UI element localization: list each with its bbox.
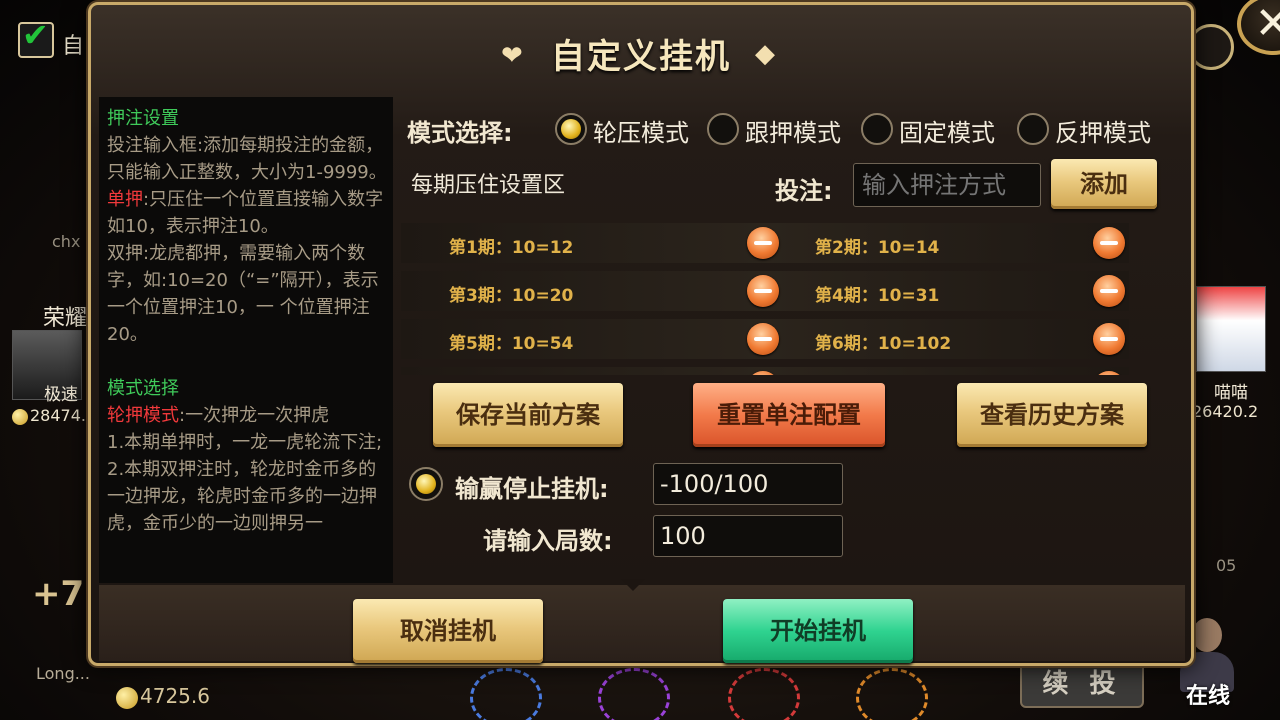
help-text: 2.本期双押注时，轮龙时金币多的一边押龙，轮虎时金币多的一边押虎，金币少的一边则…	[107, 459, 377, 534]
help-text: :只压住一个位置直接输入数字如10，表示押注10。	[107, 189, 384, 237]
auto-play-dialog: ❤ 自定义挂机 ◆ 押注设置 投注输入框:添加每期投注的金额，只能输入正整数，大…	[88, 0, 1280, 666]
chip-button[interactable]	[598, 668, 670, 720]
stop-limit-input[interactable]	[653, 463, 843, 505]
period-entry: 第4期：10=31	[815, 286, 940, 306]
dialog-title: 自定义挂机	[551, 37, 731, 77]
remove-period-button[interactable]	[747, 275, 779, 307]
remove-period-button[interactable]	[747, 323, 779, 355]
period-entry: 第6期：10=102	[815, 334, 952, 354]
period-entry: 第3期：10=20	[449, 286, 574, 306]
mode-label-rotate[interactable]: 轮压模式	[593, 113, 689, 148]
add-button[interactable]: 添加	[1051, 159, 1157, 209]
chip-button[interactable]	[728, 668, 800, 720]
rounds-input[interactable]	[653, 515, 843, 557]
help-panel[interactable]: 押注设置 投注输入框:添加每期投注的金额，只能输入正整数，大小为1-9999。 …	[99, 97, 393, 583]
start-auto-button[interactable]: 开始挂机	[723, 599, 913, 663]
sound-button[interactable]	[1188, 24, 1234, 70]
cancel-auto-button[interactable]: 取消挂机	[353, 599, 543, 663]
remove-period-button[interactable]	[1093, 371, 1125, 375]
reset-config-button[interactable]: 重置单注配置	[693, 383, 885, 447]
per-period-label: 每期压住设置区	[411, 173, 566, 198]
player-avatar[interactable]	[1196, 286, 1266, 372]
chip-button[interactable]	[470, 668, 542, 720]
mode-label-fixed[interactable]: 固定模式	[899, 113, 995, 148]
balance: 4725.6	[116, 684, 210, 709]
list-item	[401, 367, 1129, 375]
player-name: 喵喵	[1214, 383, 1248, 403]
diamond-icon: ◆	[755, 39, 775, 69]
help-text: 投注输入框:添加每期投注的金额，只能输入正整数，大小为1-9999。	[107, 135, 387, 183]
chip-button[interactable]	[856, 668, 928, 720]
period-entry: 第1期：10=12	[449, 238, 574, 258]
mode-radio-rotate[interactable]	[555, 113, 587, 145]
auto-label: 自	[62, 34, 85, 59]
remove-period-button[interactable]	[1093, 275, 1125, 307]
remove-period-button[interactable]	[1093, 323, 1125, 355]
help-text: 1.本期单押时，一龙一虎轮流下注;	[107, 432, 383, 453]
help-text: 双押:龙虎都押，需要输入两个数字，如:10=20（“=”隔开），表示一个位置押注…	[107, 243, 379, 345]
period-list[interactable]: 第1期：10=12 第2期：10=14 第3期：10=20 第4期：10=31 …	[401, 219, 1129, 375]
auto-checkbox[interactable]: ✔	[18, 16, 54, 58]
mode-label-follow[interactable]: 跟押模式	[745, 113, 841, 148]
win-amount: +7	[32, 574, 85, 614]
remove-period-button[interactable]	[1093, 227, 1125, 259]
mode-radio-follow[interactable]	[707, 113, 739, 145]
rounds-label: 请输入局数:	[483, 527, 613, 555]
player-name: chx	[52, 232, 81, 251]
mode-label-reverse[interactable]: 反押模式	[1055, 113, 1151, 148]
help-keyword: 轮押模式	[107, 405, 179, 426]
stop-toggle[interactable]	[409, 467, 443, 501]
help-heading: 模式选择	[107, 378, 179, 399]
bet-label: 投注:	[775, 177, 833, 205]
help-text: :一次押龙一次押虎	[179, 405, 330, 426]
close-button[interactable]: ✕	[1237, 0, 1280, 55]
close-icon: ✕	[1254, 0, 1280, 49]
coin-icon	[116, 686, 138, 709]
remove-period-button[interactable]	[747, 227, 779, 259]
mode-radio-reverse[interactable]	[1017, 113, 1049, 145]
dialog-footer	[99, 585, 1185, 661]
check-icon: ✔	[22, 16, 49, 54]
person-icon	[1192, 618, 1222, 652]
mode-select-label: 模式选择:	[407, 119, 513, 147]
help-keyword: 单押	[107, 189, 143, 210]
period-entry: 第2期：10=14	[815, 238, 940, 258]
coin-icon	[12, 408, 28, 425]
list-item: 第1期：10=12 第2期：10=14	[401, 223, 1129, 263]
period-entry: 第5期：10=54	[449, 334, 574, 354]
list-item: 第5期：10=54 第6期：10=102	[401, 319, 1129, 359]
bet-input[interactable]	[853, 163, 1041, 207]
list-item: 第3期：10=20 第4期：10=31	[401, 271, 1129, 311]
online-label: 在线	[1186, 684, 1231, 709]
player-coins: 28474.	[12, 406, 86, 425]
continue-bet-button[interactable]: 续 投	[1020, 660, 1144, 708]
player-coins: 26420.2	[1192, 402, 1259, 421]
side-number: 05	[1216, 556, 1237, 575]
dialog-header: ❤ 自定义挂机 ◆	[91, 5, 1191, 99]
mode-radio-fixed[interactable]	[861, 113, 893, 145]
help-heading: 押注设置	[107, 108, 179, 129]
save-plan-button[interactable]: 保存当前方案	[433, 383, 623, 447]
history-plan-button[interactable]: 查看历史方案	[957, 383, 1147, 447]
long-label: Long...	[36, 664, 90, 683]
player-sub: 极速	[44, 385, 78, 405]
stop-label: 输赢停止挂机:	[455, 475, 609, 503]
remove-period-button[interactable]	[747, 371, 779, 375]
